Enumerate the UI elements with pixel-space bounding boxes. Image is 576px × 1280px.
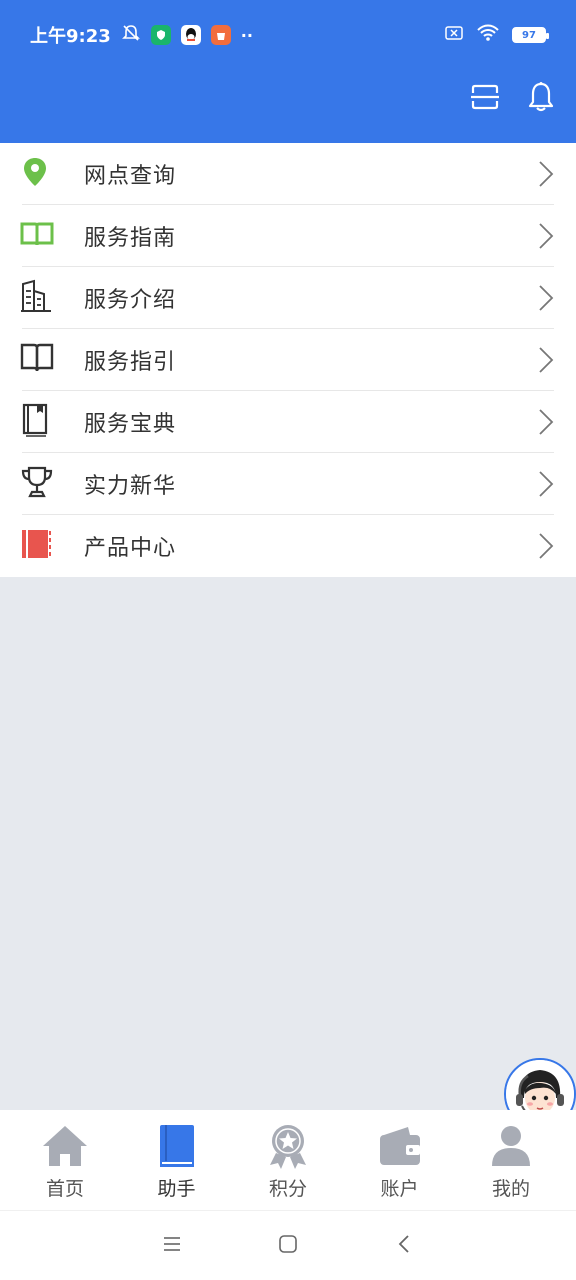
app-screen: 上午9:23 ·· 97 网点查询 服务指南 服务介绍 服务指引 服务宝典 实力… [0, 0, 576, 1280]
menu-item-service-direction[interactable]: 服务指引 [0, 329, 576, 391]
menu-item-service-intro[interactable]: 服务介绍 [0, 267, 576, 329]
assistant-book-icon [152, 1122, 202, 1170]
header-actions [468, 82, 558, 116]
qq-app-icon [180, 25, 201, 45]
menu-item-strength-xinhua[interactable]: 实力新华 [0, 453, 576, 515]
app-header: 上午9:23 ·· 97 [0, 0, 576, 143]
location-pin-icon [20, 156, 50, 192]
tab-mine[interactable]: 我的 [456, 1110, 566, 1210]
shopping-app-icon [210, 25, 231, 45]
menu-item-label: 网点查询 [84, 164, 177, 189]
chevron-right-icon [539, 533, 554, 559]
menu-item-service-guide[interactable]: 服务指南 [0, 205, 576, 267]
chevron-right-icon [539, 223, 554, 249]
open-book-icon [20, 220, 54, 252]
mute-bell-icon [121, 23, 141, 47]
sim-off-icon [444, 25, 464, 45]
tab-label: 首页 [45, 1178, 84, 1200]
more-dots-icon: ·· [240, 25, 253, 45]
assistant-menu: 网点查询 服务指南 服务介绍 服务指引 服务宝典 实力新华 产品中心 [0, 143, 576, 577]
tab-points[interactable]: 积分 [233, 1110, 343, 1210]
points-medal-icon [263, 1122, 313, 1170]
product-book-icon [20, 528, 52, 564]
tab-label: 助手 [157, 1178, 196, 1200]
tab-account[interactable]: 账户 [345, 1110, 455, 1210]
chevron-right-icon [539, 409, 554, 435]
menu-item-label: 产品中心 [84, 536, 177, 561]
scan-icon [470, 83, 500, 115]
menu-item-label: 服务宝典 [84, 412, 177, 437]
chevron-right-icon [539, 161, 554, 187]
status-left: 上午9:23 ·· [30, 22, 253, 48]
tab-label: 积分 [268, 1178, 307, 1200]
system-navigation-bar [0, 1210, 576, 1280]
bottom-tab-bar: 首页 助手 积分 账户 我的 [0, 1110, 576, 1210]
home-icon [40, 1122, 90, 1170]
wallet-icon [375, 1122, 425, 1170]
closed-book-icon [20, 403, 50, 441]
menu-item-label: 服务介绍 [84, 288, 177, 313]
tab-label: 我的 [491, 1178, 530, 1200]
chevron-right-icon [539, 347, 554, 373]
back-chevron-icon [397, 1234, 411, 1258]
chevron-right-icon [539, 285, 554, 311]
tab-home[interactable]: 首页 [10, 1110, 120, 1210]
status-time: 上午9:23 [30, 26, 111, 47]
battery-indicator: 97 [512, 27, 549, 43]
menu-item-product-center[interactable]: 产品中心 [0, 515, 576, 577]
menu-lines-icon [162, 1236, 182, 1256]
menu-item-service-handbook[interactable]: 服务宝典 [0, 391, 576, 453]
menu-item-branch-query[interactable]: 网点查询 [0, 143, 576, 205]
wifi-icon [476, 24, 500, 46]
bell-icon [527, 81, 555, 117]
profile-icon [486, 1122, 536, 1170]
menu-item-label: 服务指南 [84, 226, 177, 251]
book-icon [20, 342, 54, 378]
chevron-right-icon [539, 471, 554, 497]
recent-apps-button[interactable] [154, 1228, 190, 1264]
square-icon [278, 1234, 298, 1258]
notification-button[interactable] [524, 82, 558, 116]
menu-item-label: 实力新华 [84, 474, 177, 499]
menu-item-label: 服务指引 [84, 350, 177, 375]
tab-label: 账户 [380, 1178, 419, 1200]
status-right: 97 [444, 24, 549, 46]
scan-button[interactable] [468, 82, 502, 116]
tab-assistant[interactable]: 助手 [122, 1110, 232, 1210]
trophy-icon [20, 465, 54, 503]
home-system-button[interactable] [270, 1228, 306, 1264]
back-system-button[interactable] [386, 1228, 422, 1264]
status-bar: 上午9:23 ·· 97 [0, 0, 576, 70]
shield-app-icon [150, 25, 171, 45]
building-icon [20, 279, 52, 317]
